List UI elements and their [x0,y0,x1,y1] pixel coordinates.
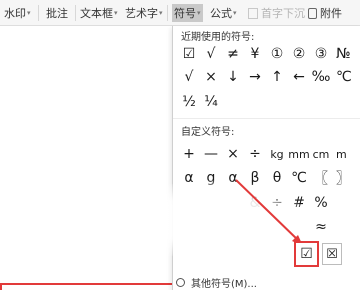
ribbon-separator [38,5,39,21]
wordart-label: 艺术字 [125,7,158,20]
chevron-down-icon: ▾ [197,9,201,17]
symbol-cell[interactable]: → [244,66,266,88]
dropcap-icon [248,7,258,19]
chevron-down-icon: ▾ [159,9,163,17]
watermark-label: 水印 [4,7,26,20]
symbol-cell[interactable]: ½ [178,91,200,113]
textbox-label: 文本框 [80,7,113,20]
symbol-cell[interactable]: ☑ [178,43,200,65]
symbol-cell[interactable]: × [222,143,244,165]
symbol-cell[interactable]: ☒ [322,243,342,265]
annotate-label: 批注 [46,7,68,20]
search-icon [176,277,185,287]
blur-overlay [118,180,308,260]
symbol-cell[interactable]: ¼ [200,91,222,113]
chevron-down-icon: ▾ [114,9,118,17]
symbol-cell[interactable]: × [200,66,222,88]
symbol-cell[interactable]: 〗 [336,167,360,189]
ribbon-separator [167,5,168,21]
highlighted-symbol-cell[interactable]: ☑ [294,241,319,267]
symbol-cell[interactable]: ¥ [244,43,266,65]
custom-symbols-title: 自定义符号: [181,127,235,138]
symbol-cell[interactable]: ℃ [288,167,310,189]
dropcap-button[interactable]: 首字下沉 [248,4,305,22]
more-symbols-item[interactable]: 其他符号(M)... [176,274,360,290]
symbol-cell[interactable]: ≠ [222,43,244,65]
symbol-cell[interactable]: % [310,192,332,214]
chevron-down-icon: ▾ [233,9,237,17]
attachment-button[interactable]: 附件 [308,4,342,22]
symbol-cell[interactable]: θ [266,167,288,189]
symbol-button[interactable]: 符号 ▾ [172,4,203,22]
symbol-cell[interactable]: ① [266,43,288,65]
symbol-cell[interactable]: 〖 [310,167,332,189]
symbol-cell[interactable]: mm [288,143,310,165]
attachment-label: 附件 [320,7,342,20]
symbol-cell[interactable]: ≈ [310,216,332,238]
textbox-button[interactable]: 文本框 ▾ [80,4,118,22]
symbol-cell[interactable]: ↑ [266,66,288,88]
dropcap-label: 首字下沉 [261,7,305,20]
recent-symbols-title: 近期使用的符号: [181,32,255,43]
document-area[interactable] [0,27,172,290]
symbol-cell[interactable]: + [178,143,200,165]
ribbon-separator [75,5,76,21]
formula-label: 公式 [210,7,232,20]
wordart-button[interactable]: 艺术字 ▾ [125,4,163,22]
symbol-cell[interactable]: ② [288,43,310,65]
symbol-cell[interactable]: kg [266,143,288,165]
formula-button[interactable]: 公式 ▾ [210,4,237,22]
symbol-cell[interactable]: № [336,43,360,65]
symbol-cell[interactable]: √ [200,43,222,65]
symbol-cell[interactable]: √ [178,66,200,88]
paperclip-icon [308,7,317,19]
ribbon-toolbar: 水印 ▾ 批注 文本框 ▾ 艺术字 ▾ 符号 ▾ 公式 ▾ 首字下沉 附件 [0,0,360,26]
symbol-cell[interactable]: ③ [310,43,332,65]
watermark-button[interactable]: 水印 ▾ [4,4,31,22]
symbol-cell[interactable]: ℃ [336,66,360,88]
symbol-label: 符号 [174,7,196,20]
symbol-cell[interactable]: cm [310,143,332,165]
section-divider [173,118,360,119]
annotate-button[interactable]: 批注 [46,4,68,22]
symbol-cell[interactable]: ÷ [244,143,266,165]
symbol-cell[interactable]: m [336,143,360,165]
symbol-cell[interactable]: — [200,143,222,165]
more-symbols-label: 其他符号(M)... [191,278,257,290]
symbol-cell[interactable]: ‰ [310,66,332,88]
chevron-down-icon: ▾ [27,9,31,17]
symbol-cell[interactable]: ← [288,66,310,88]
symbol-cell[interactable]: ↓ [222,66,244,88]
